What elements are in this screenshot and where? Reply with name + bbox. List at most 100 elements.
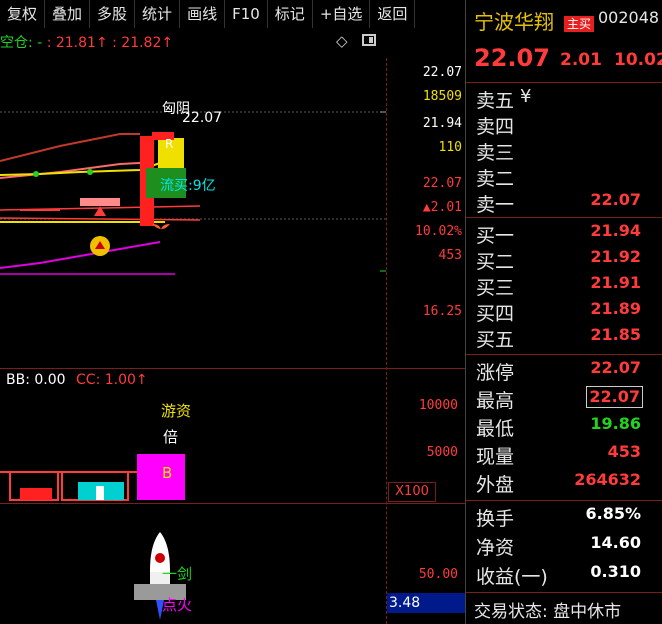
stat-high: 最高 22.07 — [466, 386, 662, 412]
panel-separator — [466, 82, 662, 83]
axis-label-3: 21.94 — [422, 116, 462, 131]
lower-axis-label-1: 10000 — [418, 398, 458, 413]
sell-level-2[interactable]: 卖二 — [466, 164, 662, 190]
pane-separator — [0, 368, 465, 369]
axis-label-6: ▲2.01 — [422, 200, 462, 215]
rocket-line-2: 点火 — [162, 596, 193, 614]
stat-turnover-value: 6.85% — [585, 504, 641, 523]
price-change: 2.01 — [560, 50, 602, 70]
toolbar-fuquan[interactable]: 复权 — [0, 0, 46, 28]
axis-label-8: 453 — [438, 248, 462, 263]
sell-level-5-label: 卖五 — [476, 90, 515, 112]
panel-separator — [466, 217, 662, 218]
toolbar-fanhui[interactable]: 返回 — [370, 0, 416, 28]
stat-limit-up-label: 涨停 — [476, 362, 515, 384]
sell-level-1[interactable]: 卖一 22.07 — [466, 190, 662, 216]
sell-level-4-label: 卖四 — [476, 116, 515, 138]
stat-earnings-label: 收益(一) — [476, 566, 548, 588]
buy-level-4-label: 买四 — [476, 303, 515, 325]
quote-panel: 宁波华翔 主买 002048 22.07 2.01 10.02 卖五 ¥ 卖四 … — [465, 0, 662, 624]
axis-divider — [386, 58, 388, 624]
stat-volume-label: 现量 — [476, 446, 515, 468]
stat-volume: 现量 453 — [466, 442, 662, 468]
current-price: 22.07 — [474, 44, 550, 72]
stat-net-assets-value: 14.60 — [590, 533, 641, 552]
stat-low-label: 最低 — [476, 418, 515, 440]
toolbar-tongji[interactable]: 统计 — [135, 0, 181, 28]
main-chart-canvas — [0, 111, 386, 275]
buy-level-5[interactable]: 买五 21.85 — [466, 325, 662, 351]
position-dash: - — [37, 35, 43, 51]
r-mark: R — [165, 137, 174, 151]
stat-net-assets: 净资 14.60 — [466, 533, 662, 559]
stat-volume-value: 453 — [607, 442, 641, 461]
stat-high-value[interactable]: 22.07 — [586, 386, 643, 408]
stat-net-assets-label: 净资 — [476, 537, 515, 559]
toolbar: 复权 叠加 多股 统计 画线 F10 标记 +自选 返回 — [0, 0, 465, 28]
stat-outer-label: 外盘 — [476, 474, 515, 496]
chart-header: 空仓: - : 21.81↑ : 21.82↑ — [0, 32, 173, 52]
buy-level-3-label: 买三 — [476, 277, 515, 299]
price-pct: 10.02 — [614, 50, 662, 70]
toolbar-biaoji[interactable]: 标记 — [268, 0, 313, 28]
axis-label-9: 16.25 — [422, 304, 462, 319]
sell-level-5[interactable]: 卖五 ¥ — [466, 86, 662, 112]
pane-separator-2 — [0, 503, 465, 504]
buy-level-5-label: 买五 — [476, 329, 515, 351]
panel-separator — [466, 592, 662, 593]
multiplier-box[interactable]: X100 — [388, 482, 436, 502]
bottom-axis-label: 50.00 — [418, 567, 458, 582]
stat-low: 最低 19.86 — [466, 414, 662, 440]
axis-label-5: 22.07 — [422, 176, 462, 191]
trade-status: 交易状态: 盘中休市 — [474, 602, 622, 622]
sell-level-3[interactable]: 卖三 — [466, 138, 662, 164]
toolbar-f10[interactable]: F10 — [225, 0, 268, 28]
indicator-canvas — [0, 454, 185, 501]
toolbar-duogu[interactable]: 多股 — [90, 0, 136, 28]
buy-flow-annotation: 流买:9亿 — [160, 178, 216, 194]
toolbar-zixuan[interactable]: +自选 — [313, 0, 371, 28]
toolbar-huaxian[interactable]: 画线 — [180, 0, 226, 28]
sell-level-4[interactable]: 卖四 — [466, 112, 662, 138]
sell-level-1-label: 卖一 — [476, 194, 515, 216]
value-box: 3.48 — [387, 593, 465, 613]
stat-limit-up: 涨停 22.07 — [466, 358, 662, 384]
b-mark: B — [162, 464, 173, 482]
axis-label-7: 10.02% — [415, 224, 462, 239]
rocket-line-1: 一剑 — [162, 565, 193, 583]
stat-earnings-value: 0.310 — [590, 562, 641, 581]
buy-level-1-price: 21.94 — [590, 221, 641, 240]
price-tag-annotation: 22.07 — [182, 110, 223, 126]
toolbar-diejia[interactable]: 叠加 — [45, 0, 91, 28]
stat-turnover-label: 换手 — [476, 508, 515, 530]
stat-turnover: 换手 6.85% — [466, 504, 662, 530]
stat-low-value: 19.86 — [590, 414, 641, 433]
buy-level-3[interactable]: 买三 21.91 — [466, 273, 662, 299]
buy-level-3-price: 21.91 — [590, 273, 641, 292]
buy-level-1-label: 买一 — [476, 225, 515, 247]
axis-label-2: 18509 — [422, 89, 462, 104]
panel-separator — [466, 500, 662, 501]
buy-level-2[interactable]: 买二 21.92 — [466, 247, 662, 273]
cc-label: CC: 1.00 — [76, 372, 136, 388]
buy-level-5-price: 21.85 — [590, 325, 641, 344]
price-a: : 21.81 — [46, 35, 96, 51]
position-label: 空仓: — [0, 35, 33, 51]
panel-toggle-icon[interactable] — [362, 34, 376, 46]
bei-label: 倍 — [163, 428, 179, 446]
sell-level-2-label: 卖二 — [476, 168, 515, 190]
chart-area[interactable]: 空仓: - : 21.81↑ : 21.82↑ ◇ 匈阴 22.07 R 流买:… — [0, 28, 465, 624]
buy-level-4-price: 21.89 — [590, 299, 641, 318]
lower-axis-label-2: 5000 — [426, 445, 458, 460]
diamond-icon[interactable]: ◇ — [336, 32, 348, 50]
stat-outer: 外盘 264632 — [466, 470, 662, 496]
sell-level-3-label: 卖三 — [476, 142, 515, 164]
arrow-up-icon: ↑ — [161, 35, 174, 51]
buy-level-1[interactable]: 买一 21.94 — [466, 221, 662, 247]
arrow-up-icon: ↑ — [135, 372, 148, 388]
main-buy-badge: 主买 — [564, 16, 595, 32]
buy-level-2-label: 买二 — [476, 251, 515, 273]
stat-earnings: 收益(一) 0.310 — [466, 562, 662, 588]
buy-level-4[interactable]: 买四 21.89 — [466, 299, 662, 325]
buy-level-2-price: 21.92 — [590, 247, 641, 266]
